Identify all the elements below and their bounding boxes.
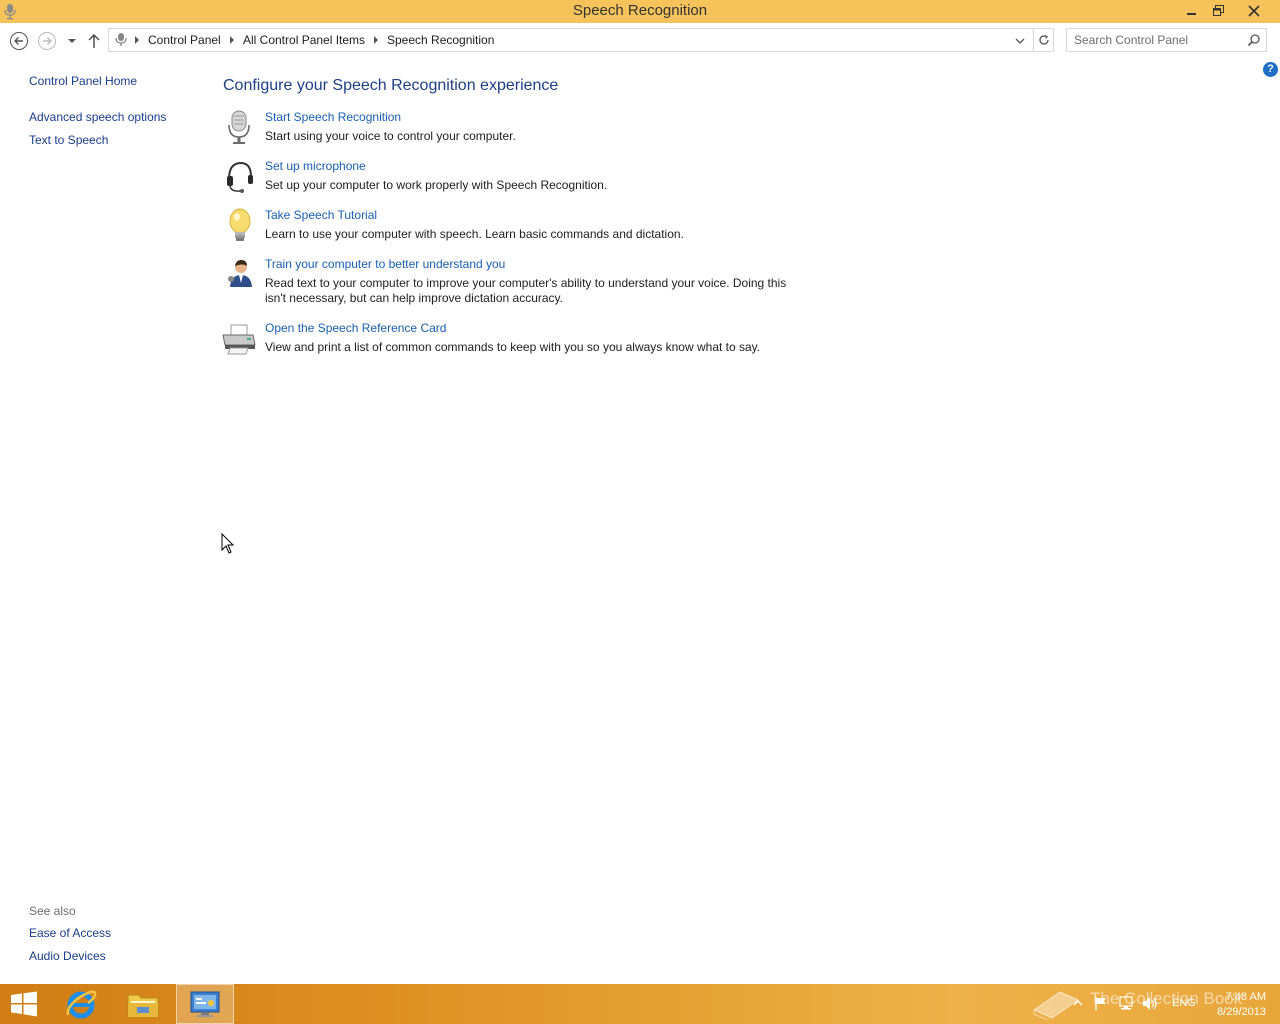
audio-devices-link[interactable]: Audio Devices	[29, 949, 106, 963]
address-bar[interactable]: Control Panel All Control Panel Items Sp…	[108, 28, 1054, 52]
restore-button[interactable]	[1205, 0, 1231, 21]
ease-of-access-link[interactable]: Ease of Access	[29, 926, 111, 940]
network-icon[interactable]	[1118, 996, 1134, 1011]
user-training-icon	[228, 260, 252, 287]
taskbar-file-explorer[interactable]	[114, 984, 172, 1024]
forward-button[interactable]	[37, 31, 57, 51]
refresh-button[interactable]	[1033, 29, 1053, 51]
taskbar-control-panel[interactable]	[176, 984, 234, 1024]
task-set-up-microphone: Set up microphone Set up your computer t…	[221, 159, 841, 199]
speech-reference-card-link[interactable]: Open the Speech Reference Card	[265, 321, 446, 335]
breadcrumb-control-panel[interactable]: Control Panel	[148, 33, 221, 47]
breadcrumb-all-items[interactable]: All Control Panel Items	[243, 33, 365, 47]
task-description: View and print a list of common commands…	[265, 340, 761, 354]
task-speech-reference-card: Open the Speech Reference Card View and …	[221, 321, 841, 361]
show-hidden-icons-chevron-up-icon[interactable]	[1073, 998, 1083, 1008]
volume-icon[interactable]	[1142, 996, 1158, 1011]
breadcrumb-separator-icon[interactable]	[133, 35, 141, 45]
set-up-microphone-link[interactable]: Set up microphone	[265, 159, 366, 173]
task-description: Set up your computer to work properly wi…	[265, 178, 608, 192]
printer-icon	[222, 324, 256, 355]
address-dropdown-icon[interactable]	[1014, 36, 1026, 46]
start-speech-recognition-link[interactable]: Start Speech Recognition	[265, 110, 401, 124]
microphone-icon	[228, 110, 250, 144]
close-button[interactable]	[1231, 0, 1277, 21]
taskbar-internet-explorer[interactable]	[52, 984, 110, 1024]
back-button[interactable]	[9, 31, 29, 51]
breadcrumb-separator-icon[interactable]	[372, 35, 380, 45]
lightbulb-icon	[229, 208, 251, 241]
taskbar	[0, 984, 1280, 1024]
recent-locations-dropdown[interactable]	[65, 35, 79, 47]
see-also-title: See also	[29, 904, 76, 918]
breadcrumb-separator-icon[interactable]	[228, 35, 236, 45]
up-button[interactable]	[86, 32, 102, 50]
clock[interactable]: 7:48 AM 8/29/2013	[1206, 990, 1266, 1020]
search-input[interactable]	[1067, 29, 1243, 51]
text-to-speech-link[interactable]: Text to Speech	[29, 133, 108, 147]
task-description: Start using your voice to control your c…	[265, 129, 516, 143]
action-center-flag-icon[interactable]	[1094, 996, 1108, 1011]
train-computer-link[interactable]: Train your computer to better understand…	[265, 257, 505, 271]
page-title: Configure your Speech Recognition experi…	[223, 77, 559, 94]
windows-logo-icon	[11, 991, 37, 1017]
task-description: Learn to use your computer with speech. …	[265, 227, 684, 241]
internet-explorer-icon	[66, 990, 97, 1019]
take-speech-tutorial-link[interactable]: Take Speech Tutorial	[265, 208, 377, 222]
control-panel-home-link[interactable]: Control Panel Home	[29, 74, 137, 88]
search-box[interactable]	[1066, 28, 1267, 52]
mouse-cursor-icon	[221, 533, 235, 554]
minimize-button[interactable]	[1179, 0, 1205, 21]
restore-icon	[1212, 5, 1224, 16]
control-panel-icon	[190, 991, 220, 1017]
input-language-indicator[interactable]: ENG	[1172, 997, 1196, 1009]
headset-icon	[227, 161, 253, 193]
clock-time: 7:48 AM	[1225, 991, 1266, 1003]
task-take-speech-tutorial: Take Speech Tutorial Learn to use your c…	[221, 208, 841, 248]
clock-date: 8/29/2013	[1217, 1006, 1266, 1018]
close-icon	[1248, 4, 1260, 17]
help-icon[interactable]: ?	[1263, 62, 1278, 77]
window-title: Speech Recognition	[572, 2, 708, 19]
folder-icon	[127, 994, 159, 1018]
title-bar: Speech Recognition	[0, 0, 1280, 23]
task-description: Read text to your computer to improve yo…	[265, 276, 787, 305]
task-start-speech-recognition: Start Speech Recognition Start using you…	[221, 110, 841, 150]
minimize-icon	[1187, 12, 1196, 15]
refresh-icon	[1038, 35, 1049, 45]
microphone-icon	[115, 33, 127, 46]
navigation-bar: Control Panel All Control Panel Items Sp…	[0, 23, 1280, 59]
advanced-speech-options-link[interactable]: Advanced speech options	[29, 110, 166, 124]
task-train-computer: Train your computer to better understand…	[221, 257, 841, 313]
search-icon[interactable]	[1247, 33, 1261, 47]
start-button[interactable]	[0, 984, 48, 1024]
breadcrumb-speech-recognition[interactable]: Speech Recognition	[387, 33, 494, 47]
